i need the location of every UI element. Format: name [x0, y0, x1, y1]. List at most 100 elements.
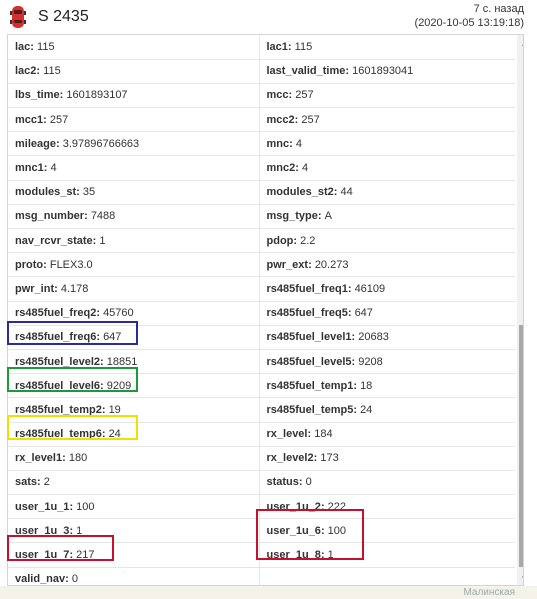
param-key: rs485fuel_level6 [15, 379, 101, 392]
param-key: pwr_ext [266, 258, 309, 271]
param-separator: : [347, 282, 355, 295]
param-key: rs485fuel_level5 [266, 355, 352, 368]
param-key: user_1u_8 [266, 549, 321, 562]
param-value: 46109 [354, 282, 386, 295]
param-key: lac2 [15, 65, 37, 78]
param-value: 647 [103, 331, 122, 344]
parameters-panel[interactable]: lac: 115 lac1: 115 lac2: 115 last_valid_tim… [7, 34, 524, 586]
last-message-age: 7 с. назад [473, 3, 524, 15]
param-value: 1601893041 [352, 65, 414, 78]
vertical-scrollbar[interactable]: ▲ ▼ [517, 35, 523, 585]
param-cell: pwr_int: 4.178 [8, 276, 260, 302]
param-cell: pwr_ext: 20.273 [259, 252, 515, 277]
param-cell: rx_level: 184 [259, 421, 515, 447]
param-row: mileage: 3.97896766663 mnc: 4 [8, 131, 515, 156]
scroll-up-arrow-icon[interactable]: ▲ [517, 35, 523, 52]
param-separator: : [76, 186, 83, 199]
param-key: rx_level [266, 428, 308, 441]
param-row: msg_number: 7488 msg_type: A [8, 203, 515, 229]
param-value: 1601893107 [66, 89, 128, 102]
param-separator: : [320, 500, 328, 513]
map-place-label: Малинская [463, 587, 515, 598]
last-message-timestamp: (2020-10-05 13:19:18) [414, 17, 524, 29]
param-row: rs485fuel_level6: 9209 rs485fuel_temp1: 1… [8, 373, 515, 398]
param-value: 222 [327, 500, 347, 513]
param-value: 100 [76, 500, 95, 513]
param-cell: rs485fuel_level2: 18851 [8, 348, 260, 374]
param-value: 18 [360, 379, 373, 392]
param-key: last_valid_time [266, 65, 346, 78]
param-key: mnc [266, 137, 290, 150]
param-key: user_1u_2 [266, 500, 321, 513]
param-value: 1 [327, 549, 334, 562]
param-cell: rs485fuel_level6: 9209 [8, 373, 260, 398]
param-cell: mileage: 3.97896766663 [8, 131, 260, 156]
param-cell: msg_number: 7488 [8, 203, 260, 229]
param-key: user_1u_6 [266, 524, 321, 537]
param-row: lac: 115 lac1: 115 [8, 35, 515, 60]
param-value: 115 [294, 40, 313, 53]
param-separator: : [101, 403, 109, 416]
param-value: 9209 [106, 379, 132, 392]
param-value: 184 [314, 428, 333, 441]
param-separator: : [320, 549, 328, 562]
param-separator: : [100, 379, 107, 392]
param-key: rs485fuel_temp2 [15, 403, 102, 416]
param-key: msg_type [266, 210, 318, 223]
param-row: mcc1: 257 mcc2: 257 [8, 107, 515, 132]
param-row: rs485fuel_temp6: 24 rx_level: 184 [8, 421, 515, 447]
param-key: rs485fuel_freq6 [15, 331, 97, 344]
param-key: rs485fuel_freq5 [266, 307, 348, 320]
param-separator: : [317, 210, 325, 223]
param-row: rs485fuel_freq6: 647 rs485fuel_level1: 20… [8, 324, 515, 350]
param-row: nav_rcvr_state: 1 pdop: 2.2 [8, 227, 515, 253]
param-separator: : [100, 355, 107, 368]
param-separator: : [347, 307, 355, 320]
param-key: lac1 [266, 40, 288, 53]
scroll-down-arrow-icon[interactable]: ▼ [517, 570, 523, 585]
param-separator: : [289, 137, 296, 150]
scrollbar-thumb[interactable] [519, 325, 523, 567]
param-cell [259, 566, 515, 585]
param-key: rs485fuel_temp5 [266, 403, 354, 416]
param-cell: modules_st2: 44 [259, 179, 515, 205]
param-value: 4 [295, 137, 302, 150]
param-value: 19 [108, 403, 121, 416]
param-cell: rs485fuel_temp1: 18 [259, 373, 515, 398]
param-row: lbs_time: 1601893107 mcc: 257 [8, 82, 515, 108]
param-value: 180 [68, 452, 88, 465]
map-background[interactable]: Малинская [0, 586, 537, 599]
param-cell: user_1u_7: 217 [8, 542, 260, 568]
param-value: 647 [354, 307, 373, 320]
param-row: user_1u_1: 100 user_1u_2: 222 [8, 494, 515, 519]
param-key: mnc2 [266, 162, 296, 175]
param-key: proto [15, 258, 44, 271]
param-cell: rx_level1: 180 [8, 445, 260, 471]
param-cell: user_1u_1: 100 [8, 494, 260, 519]
param-row: modules_st: 35 modules_st2: 44 [8, 179, 515, 205]
param-cell: lac1: 115 [259, 35, 515, 59]
param-separator: : [65, 573, 72, 586]
param-key: user_1u_7 [15, 549, 70, 562]
param-cell: rs485fuel_freq2: 45760 [8, 300, 260, 326]
param-value: 4 [50, 162, 57, 175]
param-row: rs485fuel_temp2: 19 rs485fuel_temp5: 24 [8, 397, 515, 422]
param-separator: : [308, 258, 315, 271]
param-cell: proto: FLEX3.0 [8, 252, 260, 277]
param-cell: mnc1: 4 [8, 155, 260, 181]
param-row: pwr_int: 4.178 rs485fuel_freq1: 46109 [8, 276, 515, 302]
param-key: rs485fuel_temp1 [266, 379, 354, 392]
param-value: 44 [340, 186, 353, 199]
param-separator: : [43, 258, 50, 271]
param-value: 2.2 [300, 234, 316, 247]
parameters-table: lac: 115 lac1: 115 lac2: 115 last_valid_tim… [8, 35, 515, 586]
param-cell: user_1u_6: 100 [259, 518, 515, 543]
param-key: rs485fuel_level1 [266, 331, 352, 344]
param-value: 257 [301, 113, 320, 126]
param-key: mnc1 [15, 162, 44, 175]
param-cell: user_1u_3: 1 [8, 518, 260, 543]
param-cell: rs485fuel_level5: 9208 [259, 348, 515, 374]
param-value: 217 [76, 549, 95, 562]
param-key: pdop [266, 234, 294, 247]
param-value: 7488 [90, 210, 116, 223]
